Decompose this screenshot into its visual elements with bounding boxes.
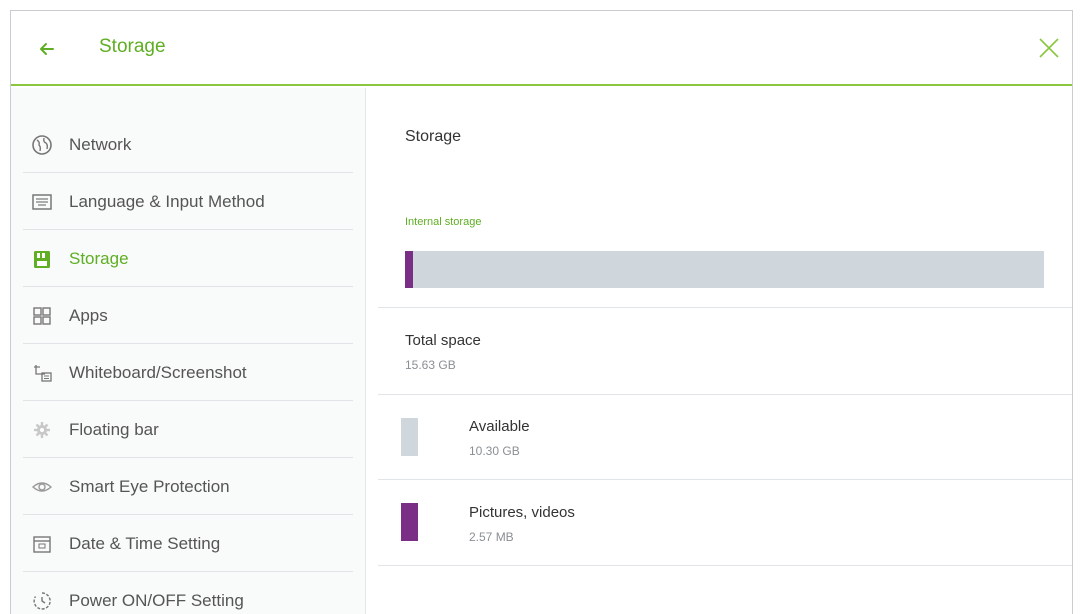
- sidebar-item-label: Whiteboard/Screenshot: [69, 363, 247, 382]
- pictures-videos-color-swatch: [401, 503, 418, 541]
- content-title: Storage: [405, 128, 462, 145]
- gear-icon: [29, 417, 55, 443]
- storage-usage-bar: [405, 251, 1044, 288]
- storage-used-segment: [405, 251, 413, 288]
- sidebar-item-floating-bar[interactable]: Floating bar: [23, 402, 353, 458]
- sd-card-icon: [29, 246, 55, 272]
- page-title: Storage: [99, 36, 166, 57]
- sidebar-item-label: Apps: [69, 306, 108, 325]
- eye-icon: [29, 474, 55, 500]
- sidebar-item-network[interactable]: Network: [23, 117, 353, 173]
- sidebar-item-label: Floating bar: [69, 420, 159, 439]
- header-bar: Storage: [11, 11, 1072, 86]
- total-space-value: 15.63 GB: [405, 358, 456, 372]
- sidebar-item-language[interactable]: Language & Input Method: [23, 174, 353, 230]
- sidebar-item-date-time[interactable]: Date & Time Setting: [23, 516, 353, 572]
- divider: [378, 307, 1072, 308]
- internal-storage-label: Internal storage: [405, 216, 482, 228]
- available-color-swatch: [401, 418, 418, 456]
- pictures-videos-value: 2.57 MB: [469, 530, 514, 544]
- sidebar-item-label: Network: [69, 135, 132, 154]
- globe-icon: [29, 132, 55, 158]
- settings-window: Storage Network Language & Input Method …: [10, 10, 1073, 614]
- power-timer-icon: [29, 588, 55, 614]
- sidebar-item-label: Smart Eye Protection: [69, 477, 230, 496]
- divider: [378, 479, 1072, 480]
- available-value: 10.30 GB: [469, 444, 520, 458]
- sidebar-item-power[interactable]: Power ON/OFF Setting: [23, 573, 353, 614]
- divider: [378, 565, 1072, 566]
- sidebar-item-label: Date & Time Setting: [69, 534, 221, 553]
- sidebar-item-label: Language & Input Method: [69, 192, 265, 211]
- sidebar: Network Language & Input Method Storage …: [11, 88, 366, 614]
- whiteboard-icon: [29, 360, 55, 386]
- pictures-videos-label: Pictures, videos: [469, 504, 575, 521]
- sidebar-item-apps[interactable]: Apps: [23, 288, 353, 344]
- apps-grid-icon: [29, 303, 55, 329]
- available-label: Available: [469, 418, 530, 435]
- sidebar-item-label: Storage: [69, 249, 129, 268]
- divider: [378, 394, 1072, 395]
- sidebar-item-label: Power ON/OFF Setting: [69, 591, 244, 610]
- back-arrow-icon[interactable]: [33, 35, 61, 63]
- calendar-icon: [29, 531, 55, 557]
- sidebar-item-whiteboard[interactable]: Whiteboard/Screenshot: [23, 345, 353, 401]
- keyboard-icon: [29, 189, 55, 215]
- content-panel: Storage Internal storage Total space 15.…: [367, 88, 1072, 614]
- sidebar-item-eye-protection[interactable]: Smart Eye Protection: [23, 459, 353, 515]
- sidebar-item-storage[interactable]: Storage: [23, 231, 353, 287]
- total-space-label: Total space: [405, 332, 481, 349]
- close-icon[interactable]: [1034, 33, 1064, 63]
